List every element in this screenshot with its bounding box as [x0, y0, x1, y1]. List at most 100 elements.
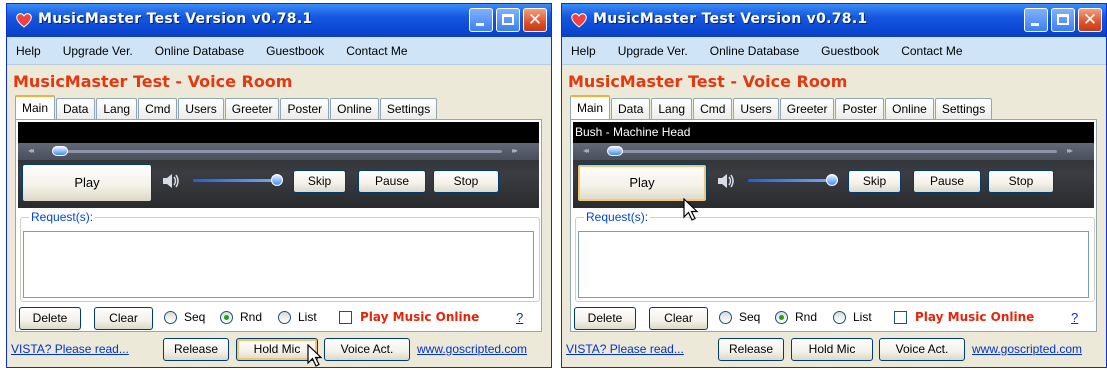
- help-link[interactable]: ?: [516, 310, 523, 325]
- radio-seq[interactable]: [164, 311, 177, 324]
- pause-button[interactable]: Pause: [358, 170, 426, 193]
- play-online-label[interactable]: Play Music Online: [915, 310, 1034, 324]
- menu-item-guestbook[interactable]: Guestbook: [821, 44, 879, 58]
- tab-poster[interactable]: Poster: [835, 98, 885, 119]
- minimize-button[interactable]: [1024, 8, 1048, 32]
- seek-thumb[interactable]: [52, 146, 68, 156]
- release-button[interactable]: Release: [718, 338, 784, 361]
- play-online-checkbox[interactable]: [894, 311, 907, 324]
- play-online-label[interactable]: Play Music Online: [360, 310, 479, 324]
- clear-button[interactable]: Clear: [94, 307, 153, 330]
- close-button[interactable]: ✕: [523, 8, 547, 32]
- tab-users[interactable]: Users: [178, 98, 224, 119]
- stop-button[interactable]: Stop: [433, 170, 499, 193]
- menu-item-guestbook[interactable]: Guestbook: [266, 44, 324, 58]
- volume-slider[interactable]: [748, 179, 830, 182]
- tab-data[interactable]: Data: [611, 98, 651, 119]
- radio-rnd[interactable]: [220, 311, 233, 324]
- menu-item-contact[interactable]: Contact Me: [901, 44, 962, 58]
- volume-slider[interactable]: [193, 179, 275, 182]
- minimize-button[interactable]: [469, 8, 493, 32]
- heart-app-icon: [16, 13, 32, 28]
- menu-item-upgrade[interactable]: Upgrade Ver.: [618, 44, 688, 58]
- tab-settings[interactable]: Settings: [934, 98, 993, 119]
- release-button[interactable]: Release: [163, 338, 229, 361]
- tab-poster[interactable]: Poster: [280, 98, 330, 119]
- tab-cmd[interactable]: Cmd: [693, 98, 733, 119]
- rewind-arrows-icon: ◂◂: [28, 146, 34, 155]
- menu-item-online-database[interactable]: Online Database: [155, 44, 244, 58]
- radio-seq[interactable]: [719, 311, 732, 324]
- window-title: MusicMaster Test Version v0.78.1: [38, 11, 313, 27]
- menu-item-help[interactable]: Help: [16, 44, 41, 58]
- vista-link[interactable]: VISTA? Please read...: [566, 342, 684, 356]
- tab-main[interactable]: Main: [570, 95, 611, 120]
- now-playing-display: [18, 122, 539, 143]
- tab-greeter[interactable]: Greeter: [224, 98, 280, 119]
- play-button[interactable]: Play: [22, 164, 152, 202]
- menu-item-contact[interactable]: Contact Me: [346, 44, 407, 58]
- tab-cmd[interactable]: Cmd: [138, 98, 178, 119]
- footer-bar: VISTA? Please read... Release Hold Mic V…: [7, 335, 551, 365]
- maximize-button[interactable]: [496, 8, 520, 32]
- delete-button[interactable]: Delete: [19, 307, 81, 330]
- help-link[interactable]: ?: [1071, 310, 1078, 325]
- main-tab-panel: ◂◂ ▸▸ Play Skip Pause Stop Request(s): D…: [15, 119, 542, 332]
- requests-list[interactable]: [578, 231, 1089, 298]
- tab-users[interactable]: Users: [733, 98, 779, 119]
- close-button[interactable]: ✕: [1078, 8, 1102, 32]
- pause-button[interactable]: Pause: [913, 170, 981, 193]
- website-link[interactable]: www.goscripted.com: [972, 342, 1082, 356]
- volume-thumb[interactable]: [271, 174, 283, 186]
- delete-button[interactable]: Delete: [574, 307, 636, 330]
- radio-list[interactable]: [833, 311, 846, 324]
- menu-item-upgrade[interactable]: Upgrade Ver.: [63, 44, 133, 58]
- seek-bar[interactable]: ◂◂ ▸▸: [18, 143, 539, 160]
- radio-rnd[interactable]: [775, 311, 788, 324]
- radio-list-label: List: [298, 310, 317, 324]
- seek-track[interactable]: [613, 150, 1057, 153]
- tab-settings[interactable]: Settings: [379, 98, 438, 119]
- stop-button[interactable]: Stop: [988, 170, 1054, 193]
- tab-greeter[interactable]: Greeter: [779, 98, 835, 119]
- skip-button[interactable]: Skip: [848, 170, 901, 193]
- tab-online[interactable]: Online: [330, 98, 379, 119]
- hold-mic-button[interactable]: Hold Mic: [791, 338, 873, 361]
- forward-arrows-icon: ▸▸: [1067, 146, 1073, 155]
- maximize-icon: [1057, 14, 1069, 25]
- radio-seq-label: Seq: [184, 310, 206, 324]
- menu-item-help[interactable]: Help: [571, 44, 596, 58]
- tab-online[interactable]: Online: [885, 98, 934, 119]
- clear-button[interactable]: Clear: [649, 307, 708, 330]
- tab-main[interactable]: Main: [15, 95, 56, 120]
- player-controls: Play Skip Pause Stop: [18, 160, 539, 208]
- requests-group: Request(s):: [20, 210, 540, 302]
- seek-thumb[interactable]: [607, 146, 623, 156]
- website-link[interactable]: www.goscripted.com: [417, 342, 527, 356]
- voice-act-button[interactable]: Voice Act.: [879, 338, 965, 361]
- volume-thumb[interactable]: [826, 174, 838, 186]
- tab-lang[interactable]: Lang: [96, 98, 138, 119]
- vista-link[interactable]: VISTA? Please read...: [11, 342, 129, 356]
- requests-list[interactable]: [23, 231, 534, 298]
- minimize-icon: [476, 23, 484, 26]
- title-bar[interactable]: MusicMaster Test Version v0.78.1 ✕: [562, 4, 1106, 37]
- hold-mic-button[interactable]: Hold Mic: [236, 338, 318, 361]
- tab-data[interactable]: Data: [56, 98, 96, 119]
- radio-list[interactable]: [278, 311, 291, 324]
- mouse-cursor-icon: [307, 344, 323, 367]
- tab-lang[interactable]: Lang: [651, 98, 693, 119]
- seek-bar[interactable]: ◂◂ ▸▸: [573, 143, 1094, 160]
- play-online-checkbox[interactable]: [339, 311, 352, 324]
- skip-button[interactable]: Skip: [293, 170, 346, 193]
- seek-track[interactable]: [58, 150, 502, 153]
- play-button[interactable]: Play: [577, 164, 707, 202]
- maximize-button[interactable]: [1051, 8, 1075, 32]
- window-title: MusicMaster Test Version v0.78.1: [593, 11, 868, 27]
- title-bar[interactable]: MusicMaster Test Version v0.78.1 ✕: [7, 4, 551, 37]
- app-window-right: MusicMaster Test Version v0.78.1 ✕ Help …: [561, 3, 1107, 368]
- radio-rnd-label: Rnd: [795, 310, 818, 324]
- rewind-arrows-icon: ◂◂: [583, 146, 589, 155]
- voice-act-button[interactable]: Voice Act.: [324, 338, 410, 361]
- menu-item-online-database[interactable]: Online Database: [710, 44, 799, 58]
